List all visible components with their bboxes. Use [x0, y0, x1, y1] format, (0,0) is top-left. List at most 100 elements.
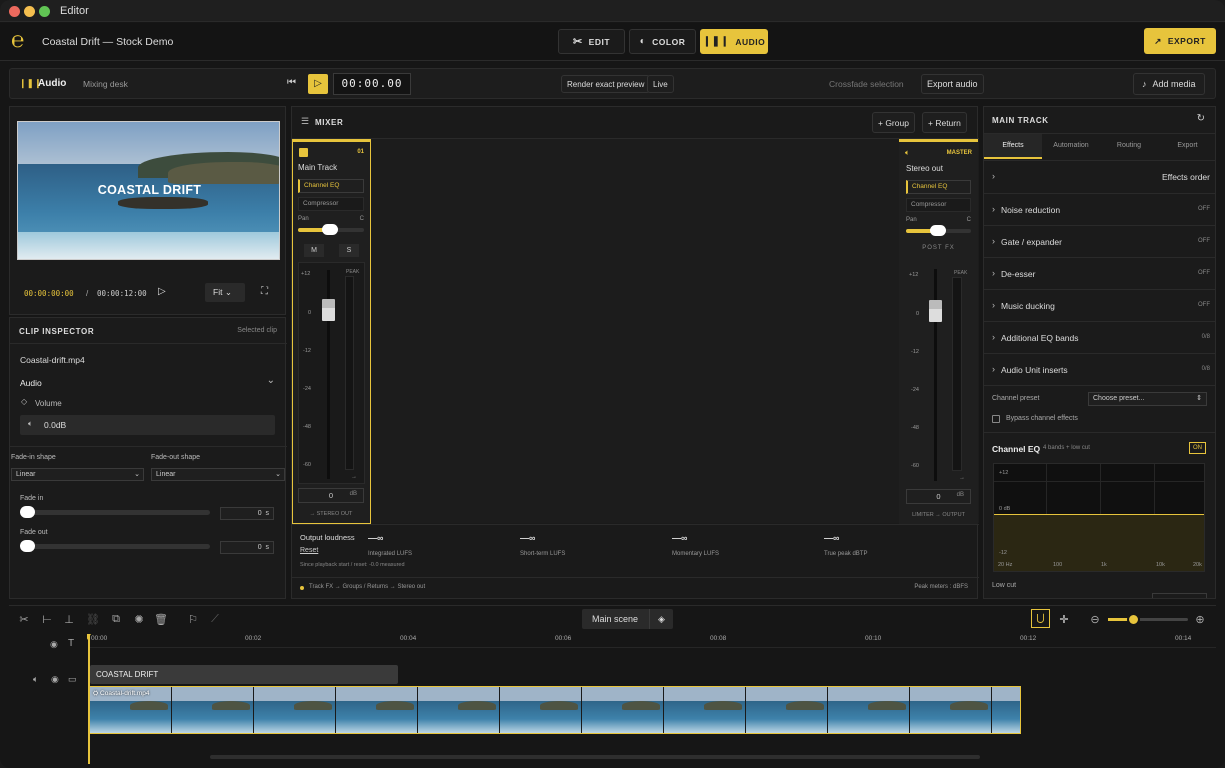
pan-handle[interactable]	[322, 224, 338, 235]
expand-icon[interactable]: ✛	[1057, 613, 1071, 626]
tab-routing[interactable]: Routing	[1100, 134, 1158, 159]
video-preview[interactable]: COASTAL DRIFT	[17, 121, 280, 260]
close-window-button[interactable]	[9, 6, 20, 17]
fade-in-slider[interactable]	[20, 506, 210, 518]
effect-row-music-ducking[interactable]: › Music ducking OFF	[984, 289, 1215, 321]
scene-selector[interactable]: Main scene ◈	[582, 609, 673, 629]
skip-to-start-icon[interactable]: ⏮	[287, 77, 296, 88]
link-icon[interactable]: ⛓	[86, 613, 100, 626]
video-clip[interactable]: ⛭ Coastal-drift.mp4	[89, 686, 1021, 734]
tab-export[interactable]: Export	[1158, 134, 1215, 159]
compressor-slot[interactable]: Compressor	[298, 197, 364, 211]
playhead[interactable]	[88, 634, 90, 764]
mute-button[interactable]: M	[304, 244, 324, 257]
sparkle-icon[interactable]: ✺	[132, 613, 146, 626]
export-button[interactable]: ↗ EXPORT	[1144, 28, 1216, 54]
tab-automation-label: Automation	[1053, 142, 1089, 149]
live-button[interactable]: Live	[647, 75, 674, 93]
low-cut-control[interactable]	[1152, 593, 1207, 598]
scale-label: -48	[911, 425, 919, 431]
trash-icon[interactable]: 🗑︎	[154, 613, 168, 626]
effects-order-row[interactable]: › Effects order	[984, 161, 1215, 193]
fade-out-handle[interactable]	[20, 540, 35, 552]
channel-preset-select[interactable]: Choose preset... ⇕	[1088, 392, 1207, 406]
razor-icon[interactable]: ✂	[17, 613, 31, 626]
render-preview-button[interactable]: Render exact preview	[561, 75, 651, 93]
zoom-window-button[interactable]	[39, 6, 50, 17]
edit-mode-button[interactable]: ✂ EDIT	[558, 29, 625, 54]
add-media-button[interactable]: ♪ Add media	[1133, 73, 1205, 95]
chart-icon[interactable]: ⟋	[208, 613, 222, 626]
fader-unit: dB	[956, 492, 964, 498]
reset-icon[interactable]: ↻	[1197, 113, 1205, 124]
magnet-button[interactable]: ⋃	[1031, 609, 1050, 628]
compressor-slot[interactable]: Compressor	[906, 198, 971, 212]
volume-fader-handle[interactable]	[929, 300, 942, 322]
channel-eq-slot[interactable]: Channel EQ	[298, 179, 364, 193]
fade-in-unit: s	[265, 510, 270, 517]
main-track-panel: MAIN TRACK ↻ Effects Automation Routing …	[983, 106, 1216, 599]
fullscreen-icon[interactable]: ⛶	[261, 286, 268, 297]
tab-automation[interactable]: Automation	[1042, 134, 1100, 159]
effect-row-additional-eq[interactable]: › Additional EQ bands 0/8	[984, 321, 1215, 353]
reset-link[interactable]: Reset	[300, 547, 318, 554]
play-button[interactable]: ▷	[308, 74, 328, 94]
pan-slider[interactable]	[906, 225, 971, 236]
timeline-scrollbar[interactable]	[210, 755, 980, 759]
fader-value-field[interactable]: 0 dB	[906, 489, 971, 504]
fit-select[interactable]: Fit ⌄	[205, 283, 245, 302]
zoom-out-icon[interactable]: ⊖	[1088, 613, 1102, 626]
scale-label: +12	[909, 272, 919, 278]
surf	[18, 232, 279, 259]
fade-in-input[interactable]: 0 s	[220, 507, 274, 520]
eq-on-toggle[interactable]: ON	[1189, 442, 1206, 454]
chevron-down-icon: ⌄	[224, 287, 232, 297]
align-left-icon[interactable]: ⊢	[40, 613, 54, 626]
minimize-window-button[interactable]	[24, 6, 35, 17]
channel-strip-main-track[interactable]: 01 Main Track Channel EQ Compressor Pan …	[292, 139, 371, 524]
play-icon[interactable]: ▷	[158, 286, 166, 297]
effects-order-label: Effects order	[1161, 172, 1210, 182]
fade-in-shape-select[interactable]: Linear ⌄	[11, 468, 144, 481]
tab-effects[interactable]: Effects	[984, 134, 1042, 159]
toolbar-subsection[interactable]: Mixing desk	[83, 79, 128, 89]
volume-field[interactable]: 🔈︎ 0.0dB	[20, 415, 275, 435]
audio-mode-button[interactable]: ❙❚❙ AUDIO	[700, 29, 768, 54]
volume-fader-handle[interactable]	[322, 299, 335, 321]
fade-out-slider[interactable]	[20, 540, 210, 552]
color-mode-button[interactable]: ◐ COLOR	[629, 29, 696, 54]
channel-strip-master[interactable]: 🔈︎ MASTER Stereo out Channel EQ Compress…	[899, 139, 978, 524]
effect-row-audio-unit-inserts[interactable]: › Audio Unit inserts 0/8	[984, 353, 1215, 385]
effect-row-noise-reduction[interactable]: › Noise reduction OFF	[984, 193, 1215, 225]
eye-icon[interactable]: ◉	[51, 674, 59, 685]
fader-value-field[interactable]: 0 dB	[298, 488, 364, 503]
effect-row-gate-expander[interactable]: › Gate / expander OFF	[984, 225, 1215, 257]
bypass-checkbox[interactable]	[992, 415, 1000, 423]
bookmark-icon[interactable]: ⚐	[186, 613, 200, 626]
fade-out-shape-select[interactable]: Linear ⌄	[151, 468, 285, 481]
eq-graph[interactable]: +12 0 dB -12 20 Hz 100 1k 10k 20k	[993, 463, 1205, 572]
align-bottom-icon[interactable]: ⊥	[62, 613, 76, 626]
zoom-in-icon[interactable]: ⊕	[1193, 613, 1207, 626]
duplicate-icon[interactable]: ⧉	[109, 613, 123, 626]
speaker-icon[interactable]: 🔈︎	[33, 674, 38, 685]
solo-button[interactable]: S	[339, 244, 359, 257]
effect-row-de-esser[interactable]: › De-esser OFF	[984, 257, 1215, 289]
fade-in-handle[interactable]	[20, 506, 35, 518]
fade-out-input[interactable]: 0 s	[220, 541, 274, 554]
pan-handle[interactable]	[930, 225, 946, 236]
channel-eq-slot[interactable]: Channel EQ	[906, 180, 971, 194]
add-group-button[interactable]: + Group	[872, 112, 915, 133]
zoom-handle[interactable]	[1127, 613, 1140, 626]
export-audio-button[interactable]: Export audio	[921, 74, 984, 94]
window-title: Editor	[60, 5, 89, 17]
add-return-button[interactable]: + Return	[922, 112, 967, 133]
pan-slider[interactable]	[298, 224, 364, 235]
eye-icon[interactable]: ◉	[50, 639, 58, 650]
zoom-slider[interactable]	[1108, 613, 1188, 626]
title-clip[interactable]: COASTAL DRIFT	[90, 665, 398, 684]
crossfade-selection-button[interactable]: Crossfade selection	[829, 79, 904, 89]
playhead-handle[interactable]	[87, 634, 91, 640]
ruler-tick: 00:08	[710, 635, 727, 642]
audio-section-toggle[interactable]: Audio ⌄	[20, 375, 275, 389]
